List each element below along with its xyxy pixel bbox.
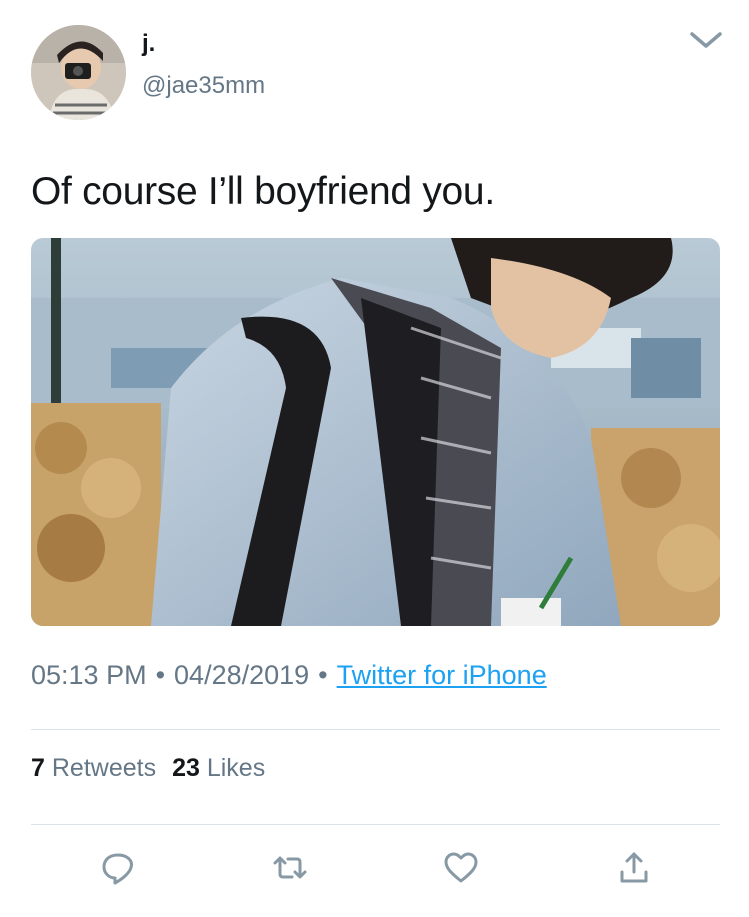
tweet-time: 05:13 PM (31, 660, 147, 690)
retweets-count: 7 (31, 754, 45, 782)
tweet-source-link[interactable]: Twitter for iPhone (337, 660, 547, 690)
heart-icon[interactable] (443, 850, 479, 886)
likes-count: 23 (172, 754, 200, 782)
chevron-down-icon[interactable] (686, 26, 726, 54)
avatar[interactable] (31, 25, 126, 120)
divider (31, 729, 720, 730)
tweet-photo[interactable] (31, 238, 720, 626)
retweets-label: Retweets (51, 754, 157, 782)
user-handle[interactable]: @jae35mm (142, 72, 265, 100)
display-name[interactable]: j. (142, 30, 155, 58)
tweet-meta: 05:13 PM • 04/28/2019 • Twitter for iPhone (31, 660, 547, 691)
meta-separator: • (318, 660, 328, 690)
reply-icon[interactable] (100, 850, 136, 886)
likes-stat[interactable]: 23 Likes (172, 754, 265, 782)
share-icon[interactable] (616, 850, 652, 886)
divider (31, 824, 720, 825)
tweet-date: 04/28/2019 (174, 660, 310, 690)
meta-separator: • (155, 660, 166, 690)
retweet-icon[interactable] (272, 850, 308, 886)
likes-label: Likes (206, 754, 266, 782)
photo-image (31, 238, 720, 626)
tweet-text: Of course I’ll boyfriend you. (31, 170, 495, 213)
retweets-stat[interactable]: 7 Retweets (31, 754, 156, 782)
tweet-stats: 7 Retweets 23 Likes (31, 754, 265, 783)
avatar-image (31, 25, 126, 120)
